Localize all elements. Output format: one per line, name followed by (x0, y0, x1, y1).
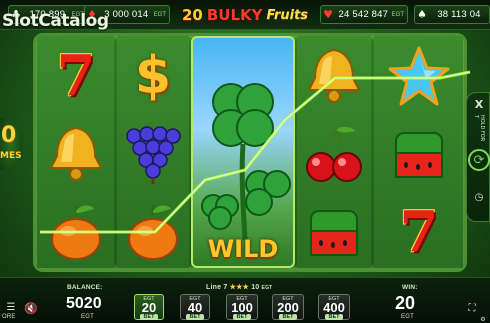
win-label: WIN: (402, 284, 418, 291)
line-label: Line 7 (206, 284, 228, 291)
hold-for-turbo-label: HOLD FOR T (473, 115, 485, 142)
bet-value: 100 (231, 300, 253, 315)
balance-currency: EGT (81, 314, 94, 320)
win-line (40, 70, 471, 234)
settings-icon[interactable]: ⚙ (478, 316, 488, 323)
bet-button-100[interactable]: EGT 100 BET (226, 294, 258, 320)
bet-button-20[interactable]: EGT 20 BET (134, 294, 164, 320)
game-screen: ♣ 170 899 EGT ♦ 3 000 014 EGT 20 BULKY F… (0, 0, 490, 323)
fullscreen-icon[interactable]: ⛶ (466, 302, 478, 314)
close-icon[interactable]: X (472, 97, 486, 111)
win-value: 20 (395, 293, 416, 313)
line-value: 10 (251, 284, 260, 291)
more-label: ORE (2, 314, 16, 320)
win-currency: EGT (401, 314, 414, 320)
balance-label: BALANCE: (67, 284, 103, 291)
menu-icon[interactable]: ☰ (4, 300, 18, 314)
line-win-info: Line 7 ★★★ 10 EGT (206, 283, 272, 291)
bet-button-200[interactable]: EGT 200 BET (272, 294, 304, 320)
sound-off-icon[interactable]: 🔇 (24, 301, 38, 315)
line-stars: ★★★ (229, 284, 250, 291)
balance-value: 5020 (66, 295, 102, 312)
line-currency: EGT (261, 285, 273, 291)
bet-value: 20 (141, 300, 157, 315)
bet-value: 200 (277, 300, 299, 315)
bet-button-40[interactable]: EGT 40 BET (180, 294, 210, 320)
bet-button-400[interactable]: EGT 400 BET (318, 294, 350, 320)
side-controls: X HOLD FOR T ⟳ ◷ (466, 92, 490, 222)
spin-button[interactable]: ⟳ (468, 149, 490, 171)
bet-value: 40 (187, 300, 203, 315)
autoplay-icon[interactable]: ◷ (472, 191, 486, 203)
bet-value: 400 (323, 300, 345, 315)
